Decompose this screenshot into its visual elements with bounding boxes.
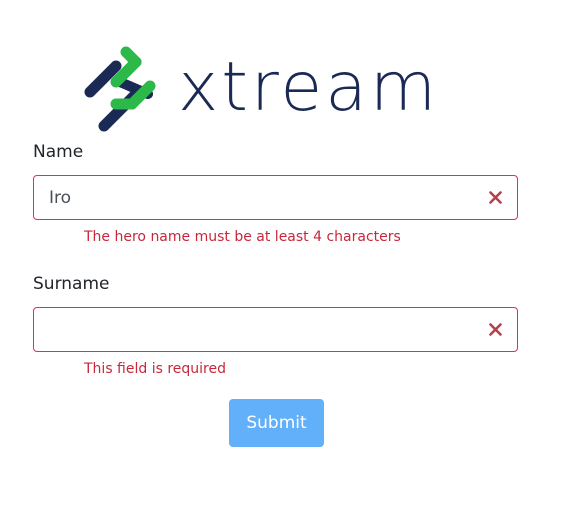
name-input[interactable] — [34, 176, 474, 219]
brand-wordmark: xtream — [178, 48, 440, 127]
name-label: Name — [33, 142, 84, 162]
submit-button[interactable]: Submit — [229, 399, 324, 447]
surname-field-wrapper — [33, 307, 518, 352]
hero-form-page: xtream Name The hero name must be at lea… — [0, 0, 563, 510]
name-error-message: The hero name must be at least 4 charact… — [84, 229, 401, 245]
surname-label: Surname — [33, 274, 110, 294]
close-icon[interactable] — [489, 323, 502, 336]
name-field-wrapper — [33, 175, 518, 220]
surname-input[interactable] — [34, 308, 474, 351]
surname-error-message: This field is required — [84, 361, 227, 377]
xtream-chain-logo-icon — [84, 46, 156, 132]
close-icon[interactable] — [489, 191, 502, 204]
xtream-logo: xtream — [80, 42, 480, 136]
